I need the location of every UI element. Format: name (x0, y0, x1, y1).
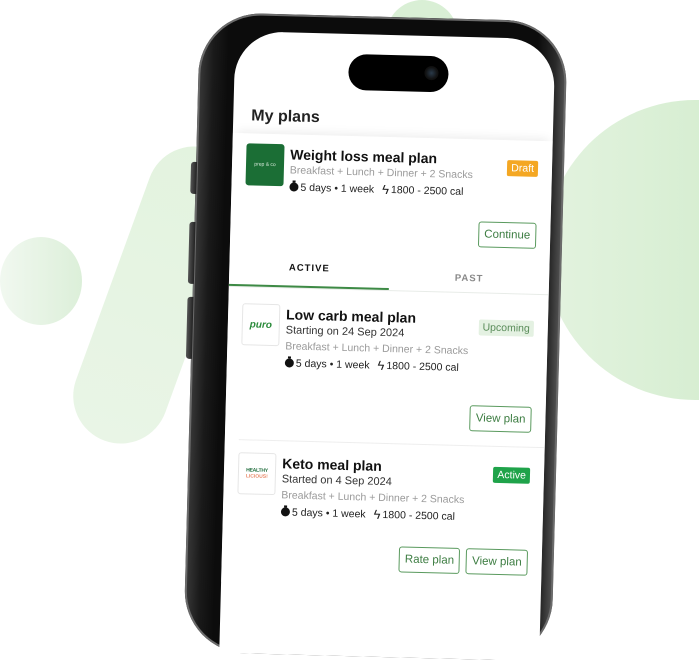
decorative-blob-left (0, 237, 82, 325)
status-badge-active: Active (493, 466, 531, 484)
timer-icon (280, 507, 291, 517)
lightning-icon: ϟ (381, 181, 390, 198)
brand-logo-text: prep & co (254, 161, 276, 169)
decorative-blob-right (545, 100, 699, 400)
brand-logo-text: puro (249, 318, 273, 331)
plan-calories: 1800 - 2500 cal (390, 183, 464, 198)
plan-duration: 5 days • 1 week (295, 357, 370, 372)
rate-plan-button[interactable]: Rate plan (398, 546, 461, 574)
brand-logo-prep-co: prep & co (245, 143, 285, 187)
plans-content: prep & co Weight loss meal plan Breakfas… (221, 132, 553, 591)
volume-up-button (187, 221, 196, 284)
timer-icon (284, 358, 294, 368)
phone-frame: My plans prep & co Weight loss meal plan… (183, 12, 568, 661)
view-plan-button[interactable]: View plan (469, 405, 532, 433)
brand-logo-healthylicious: HEALTHY LICIOUS! (237, 452, 277, 496)
camera-icon (424, 65, 439, 81)
lightning-icon: ϟ (377, 357, 385, 373)
tab-past[interactable]: PAST (389, 259, 550, 294)
timer-icon (289, 182, 299, 192)
lightning-icon: ϟ (373, 506, 381, 522)
plan-calories: 1800 - 2500 cal (382, 508, 456, 523)
mute-switch (190, 161, 198, 194)
plan-duration: 5 days • 1 week (300, 181, 375, 196)
view-plan-button[interactable]: View plan (465, 548, 529, 576)
page-title: My plans (251, 107, 320, 127)
volume-down-button (185, 296, 194, 359)
status-badge-upcoming: Upcoming (478, 319, 535, 337)
brand-logo-puro: puro (241, 303, 281, 347)
status-badge-draft: Draft (507, 160, 539, 177)
plan-duration: 5 days • 1 week (291, 506, 366, 521)
continue-button[interactable]: Continue (477, 221, 537, 249)
brand-logo-text: LICIOUS! (245, 473, 268, 480)
dynamic-island (348, 53, 449, 93)
plan-card-draft: prep & co Weight loss meal plan Breakfas… (230, 133, 553, 259)
plan-calories: 1800 - 2500 cal (386, 359, 459, 374)
plan-card: puro Low carb meal plan Starting on 24 S… (225, 287, 549, 447)
plan-card: HEALTHY LICIOUS! Keto meal plan Started … (221, 440, 545, 590)
phone-screen: My plans prep & co Weight loss meal plan… (219, 30, 556, 661)
tab-active[interactable]: ACTIVE (228, 254, 390, 291)
